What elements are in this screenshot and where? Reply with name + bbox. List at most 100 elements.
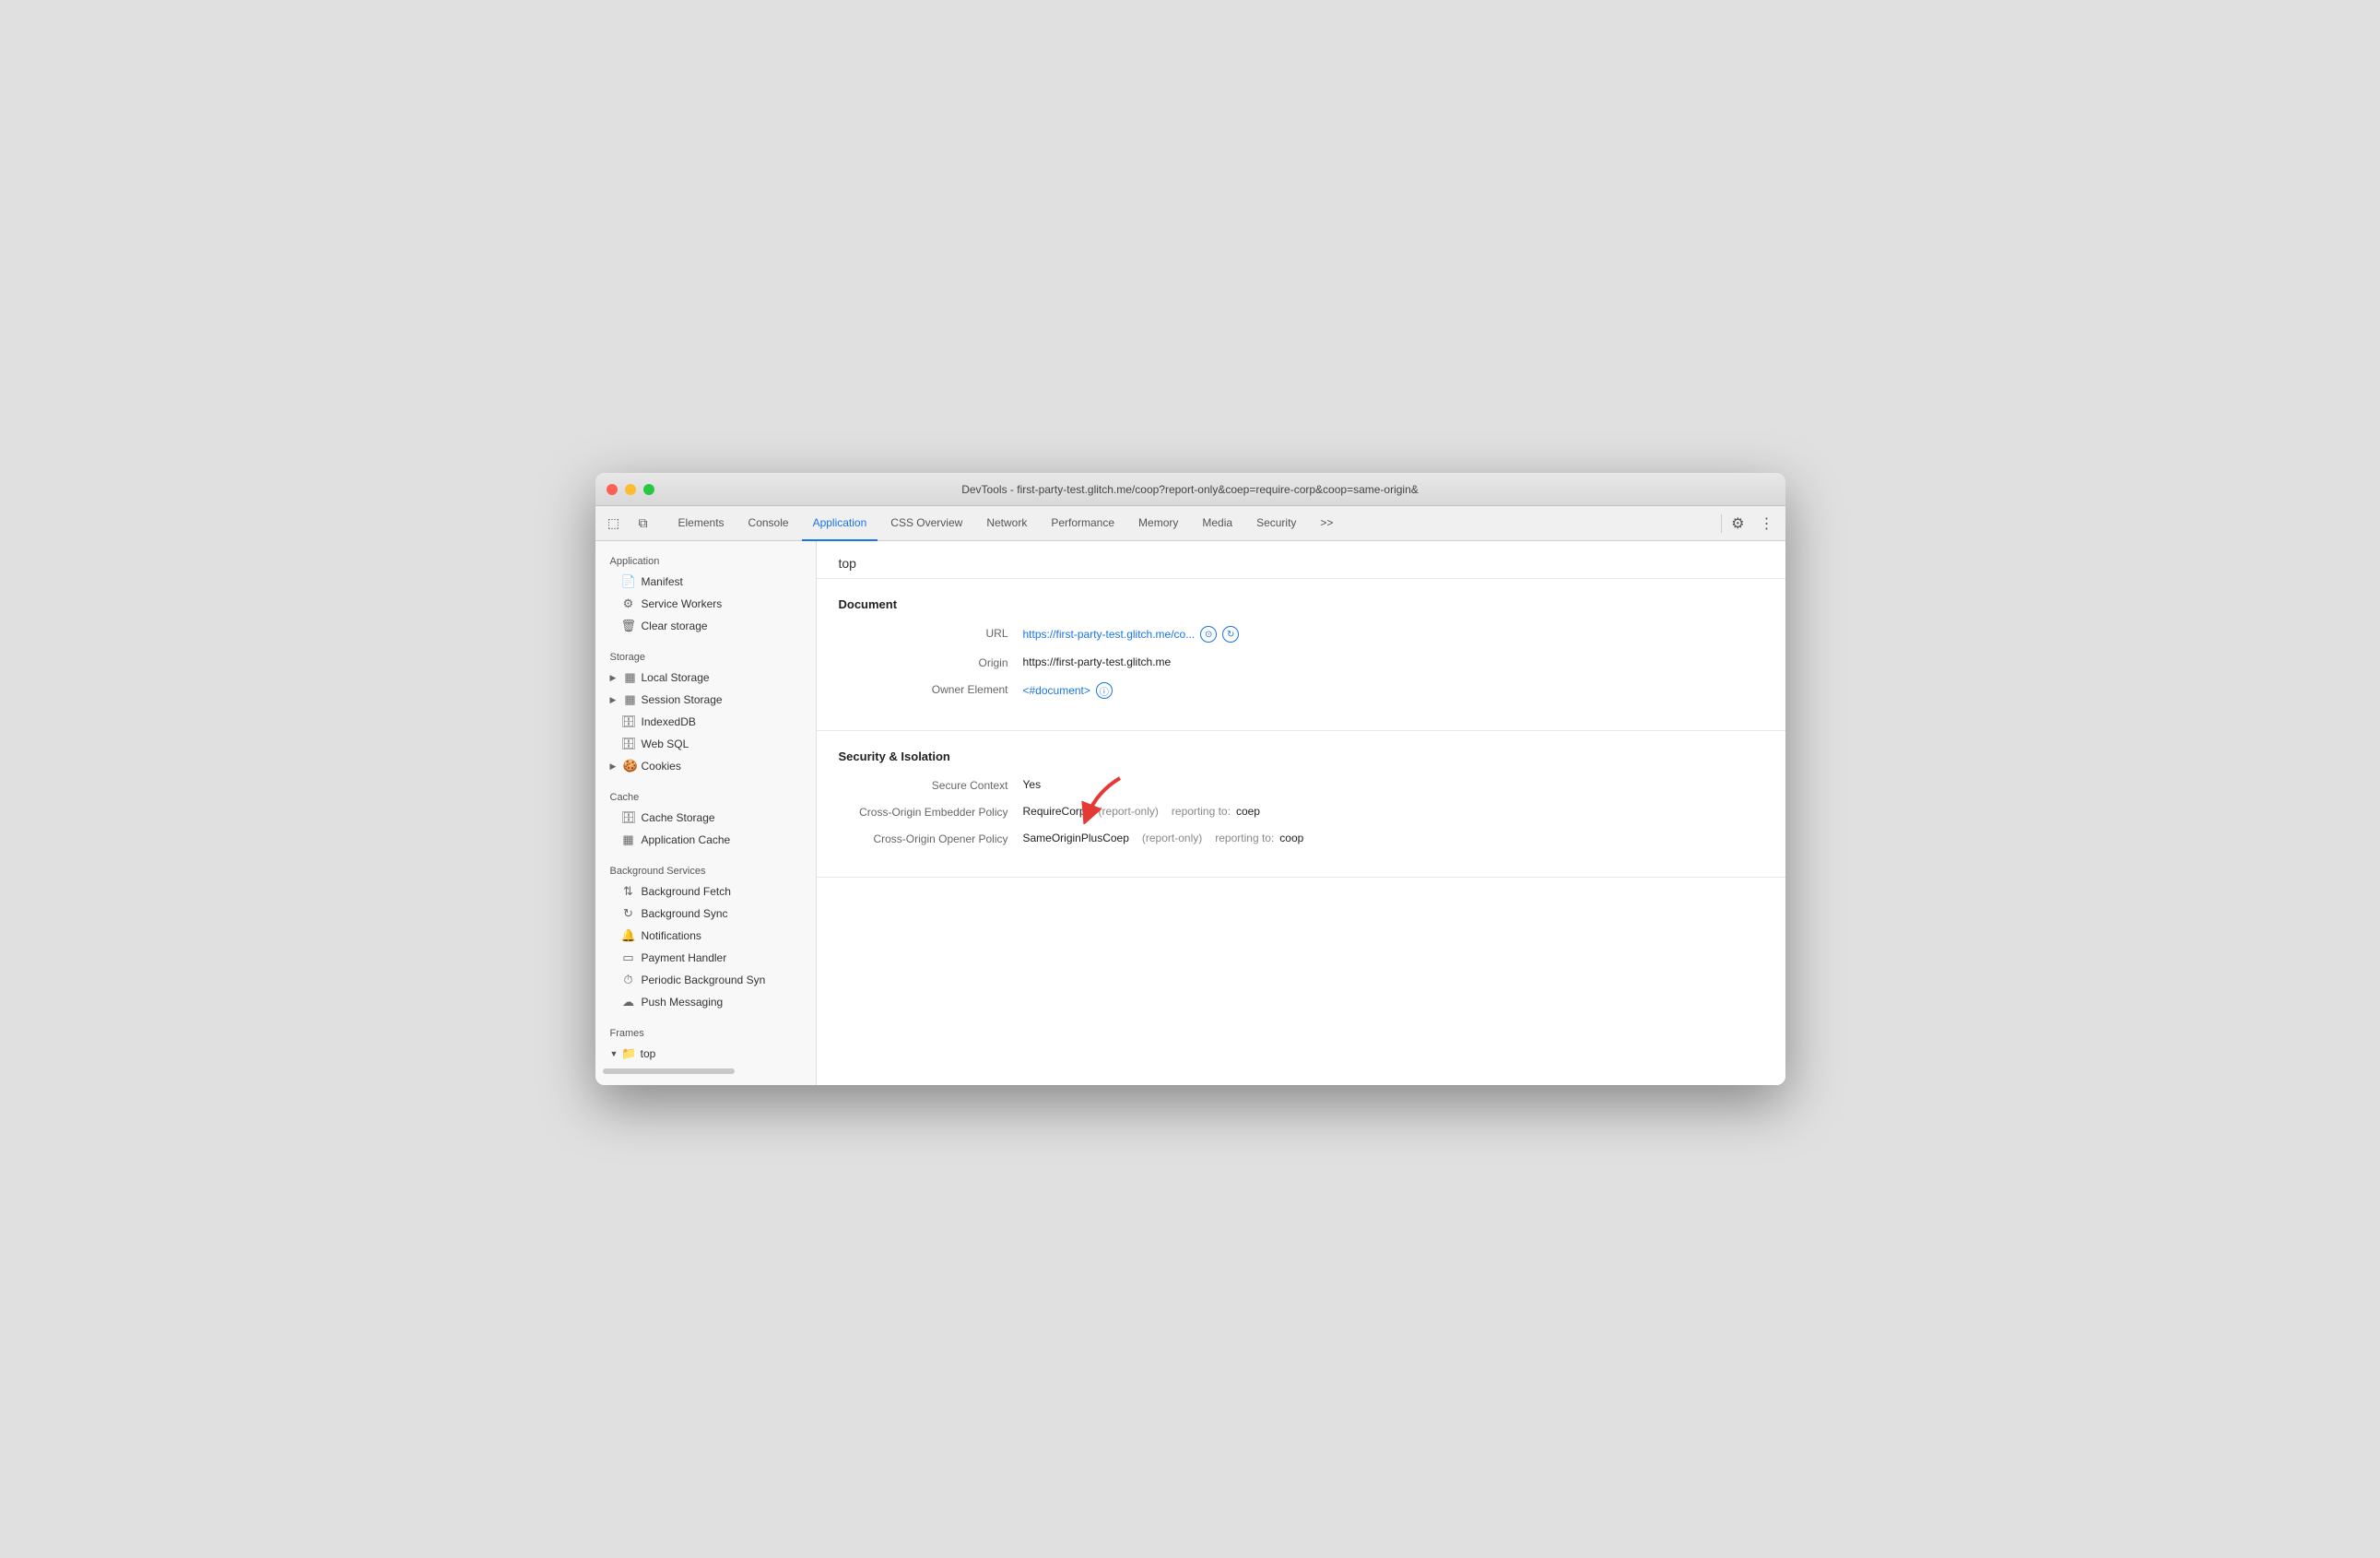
secure-context-label: Secure Context — [839, 778, 1023, 792]
owner-element-value[interactable]: <#document> — [1023, 684, 1090, 697]
sidebar-item-cookies[interactable]: ▶ 🍪 Cookies — [595, 755, 816, 777]
tab-console[interactable]: Console — [737, 506, 800, 541]
tab-media[interactable]: Media — [1191, 506, 1243, 541]
content-header: top — [817, 541, 1785, 579]
secure-context-value-container: Yes — [1023, 778, 1042, 791]
coop-badge: (report-only) — [1142, 832, 1202, 844]
sidebar-item-local-storage-label: Local Storage — [642, 671, 710, 684]
owner-element-field-row: Owner Element <#document> ⓘ — [839, 682, 1763, 699]
content-area: top Document URL https://first-party-tes… — [817, 541, 1785, 1085]
sidebar-section-storage: Storage — [595, 644, 816, 667]
sidebar-item-periodic-background-sync[interactable]: ⏱ Periodic Background Syn — [595, 969, 816, 991]
url-value[interactable]: https://first-party-test.glitch.me/co... — [1023, 628, 1196, 641]
notifications-icon: 🔔 — [621, 928, 636, 943]
coop-reporting-label: reporting to: — [1215, 832, 1274, 844]
sidebar-item-push-messaging-label: Push Messaging — [642, 996, 724, 1009]
tab-bar: ⬚ ⧉ Elements Console Application CSS Ove… — [595, 506, 1785, 541]
origin-label: Origin — [839, 655, 1023, 669]
tab-tool-icons: ⬚ ⧉ — [603, 513, 654, 535]
sidebar: Application 📄 Manifest ⚙ Service Workers… — [595, 541, 817, 1085]
url-field-row: URL https://first-party-test.glitch.me/c… — [839, 626, 1763, 643]
url-circle-icon[interactable]: ⊙ — [1200, 626, 1217, 643]
session-storage-icon: ▦ — [623, 692, 638, 707]
device-icon[interactable]: ⧉ — [632, 513, 654, 535]
sidebar-item-session-storage[interactable]: ▶ ▦ Session Storage — [595, 689, 816, 711]
sidebar-scrollbar[interactable] — [603, 1068, 735, 1074]
close-button[interactable] — [607, 484, 618, 495]
document-section-title: Document — [839, 597, 1763, 611]
more-options-icon[interactable]: ⋮ — [1756, 511, 1778, 537]
sidebar-item-indexeddb-label: IndexedDB — [642, 715, 696, 728]
sidebar-item-web-sql-label: Web SQL — [642, 738, 689, 750]
sidebar-item-web-sql[interactable]: 🗄 Web SQL — [595, 733, 816, 755]
toolbar-right: ⚙ ⋮ — [1727, 511, 1777, 537]
coep-value-container: RequireCorp (report-only) reporting to: … — [1023, 805, 1260, 818]
settings-icon[interactable]: ⚙ — [1727, 511, 1748, 537]
sidebar-item-notifications[interactable]: 🔔 Notifications — [595, 925, 816, 947]
coop-value-container: SameOriginPlusCoep (report-only) reporti… — [1023, 832, 1304, 844]
secure-context-field-row: Secure Context Yes — [839, 778, 1763, 792]
background-sync-icon: ↻ — [621, 906, 636, 921]
service-workers-icon: ⚙ — [621, 596, 636, 611]
frames-top-label: top — [641, 1047, 656, 1060]
session-storage-arrow: ▶ — [610, 695, 619, 705]
local-storage-icon: ▦ — [623, 670, 638, 685]
cursor-icon[interactable]: ⬚ — [603, 513, 625, 535]
sidebar-item-local-storage[interactable]: ▶ ▦ Local Storage — [595, 667, 816, 689]
tab-more[interactable]: >> — [1309, 506, 1344, 541]
coep-label: Cross-Origin Embedder Policy — [839, 805, 1023, 819]
clear-storage-icon: 🗑 — [621, 619, 636, 633]
sidebar-item-indexeddb[interactable]: 🗄 IndexedDB — [595, 711, 816, 733]
coop-field-row: Cross-Origin Opener Policy SameOriginPlu… — [839, 832, 1763, 845]
tab-security[interactable]: Security — [1245, 506, 1307, 541]
sidebar-item-periodic-background-sync-label: Periodic Background Syn — [642, 974, 766, 986]
window-title: DevTools - first-party-test.glitch.me/co… — [961, 483, 1419, 496]
payment-handler-icon: ▭ — [621, 950, 636, 965]
devtools-window: DevTools - first-party-test.glitch.me/co… — [595, 473, 1785, 1085]
sidebar-item-cache-storage[interactable]: 🗄 Cache Storage — [595, 807, 816, 829]
web-sql-icon: 🗄 — [621, 737, 636, 751]
sidebar-item-push-messaging[interactable]: ☁ Push Messaging — [595, 991, 816, 1013]
sidebar-item-payment-handler[interactable]: ▭ Payment Handler — [595, 947, 816, 969]
indexeddb-icon: 🗄 — [621, 714, 636, 729]
sidebar-item-application-cache[interactable]: ▦ Application Cache — [595, 829, 816, 851]
frames-top-arrow: ▼ — [610, 1049, 619, 1058]
local-storage-arrow: ▶ — [610, 673, 619, 683]
periodic-background-sync-icon: ⏱ — [621, 973, 636, 987]
sidebar-item-background-sync[interactable]: ↻ Background Sync — [595, 903, 816, 925]
sidebar-item-service-workers-label: Service Workers — [642, 597, 723, 610]
tab-elements[interactable]: Elements — [667, 506, 736, 541]
cookies-arrow: ▶ — [610, 761, 619, 772]
toolbar-divider — [1721, 514, 1722, 533]
origin-value-container: https://first-party-test.glitch.me — [1023, 655, 1172, 668]
sidebar-item-manifest[interactable]: 📄 Manifest — [595, 571, 816, 593]
sidebar-item-clear-storage[interactable]: 🗑 Clear storage — [595, 615, 816, 637]
origin-field-row: Origin https://first-party-test.glitch.m… — [839, 655, 1763, 669]
sidebar-section-application: Application — [595, 549, 816, 571]
frames-top-folder-icon: 📁 — [621, 1046, 636, 1061]
maximize-button[interactable] — [643, 484, 654, 495]
sidebar-item-cache-storage-label: Cache Storage — [642, 811, 715, 824]
url-reload-icon[interactable]: ↻ — [1222, 626, 1239, 643]
owner-element-icon[interactable]: ⓘ — [1096, 682, 1113, 699]
tab-application[interactable]: Application — [802, 506, 878, 541]
coep-reporting-value: coep — [1236, 805, 1260, 818]
sidebar-item-service-workers[interactable]: ⚙ Service Workers — [595, 593, 816, 615]
coep-field-row: Cross-Origin Embedder Policy RequireCorp… — [839, 805, 1763, 819]
frame-title: top — [839, 556, 856, 571]
minimize-button[interactable] — [625, 484, 636, 495]
coop-value: SameOriginPlusCoep — [1023, 832, 1129, 844]
manifest-icon: 📄 — [621, 574, 636, 589]
sidebar-section-cache: Cache — [595, 785, 816, 807]
sidebar-item-background-fetch[interactable]: ⇅ Background Fetch — [595, 880, 816, 903]
secure-context-value: Yes — [1023, 778, 1042, 791]
tab-performance[interactable]: Performance — [1040, 506, 1125, 541]
tab-css-overview[interactable]: CSS Overview — [879, 506, 973, 541]
tab-network[interactable]: Network — [975, 506, 1038, 541]
tab-memory[interactable]: Memory — [1127, 506, 1189, 541]
document-section: Document URL https://first-party-test.gl… — [817, 579, 1785, 731]
sidebar-item-frames-top[interactable]: ▼ 📁 top — [595, 1043, 816, 1065]
sidebar-item-session-storage-label: Session Storage — [642, 693, 723, 706]
coep-reporting-label: reporting to: — [1172, 805, 1231, 818]
sidebar-item-notifications-label: Notifications — [642, 929, 701, 942]
